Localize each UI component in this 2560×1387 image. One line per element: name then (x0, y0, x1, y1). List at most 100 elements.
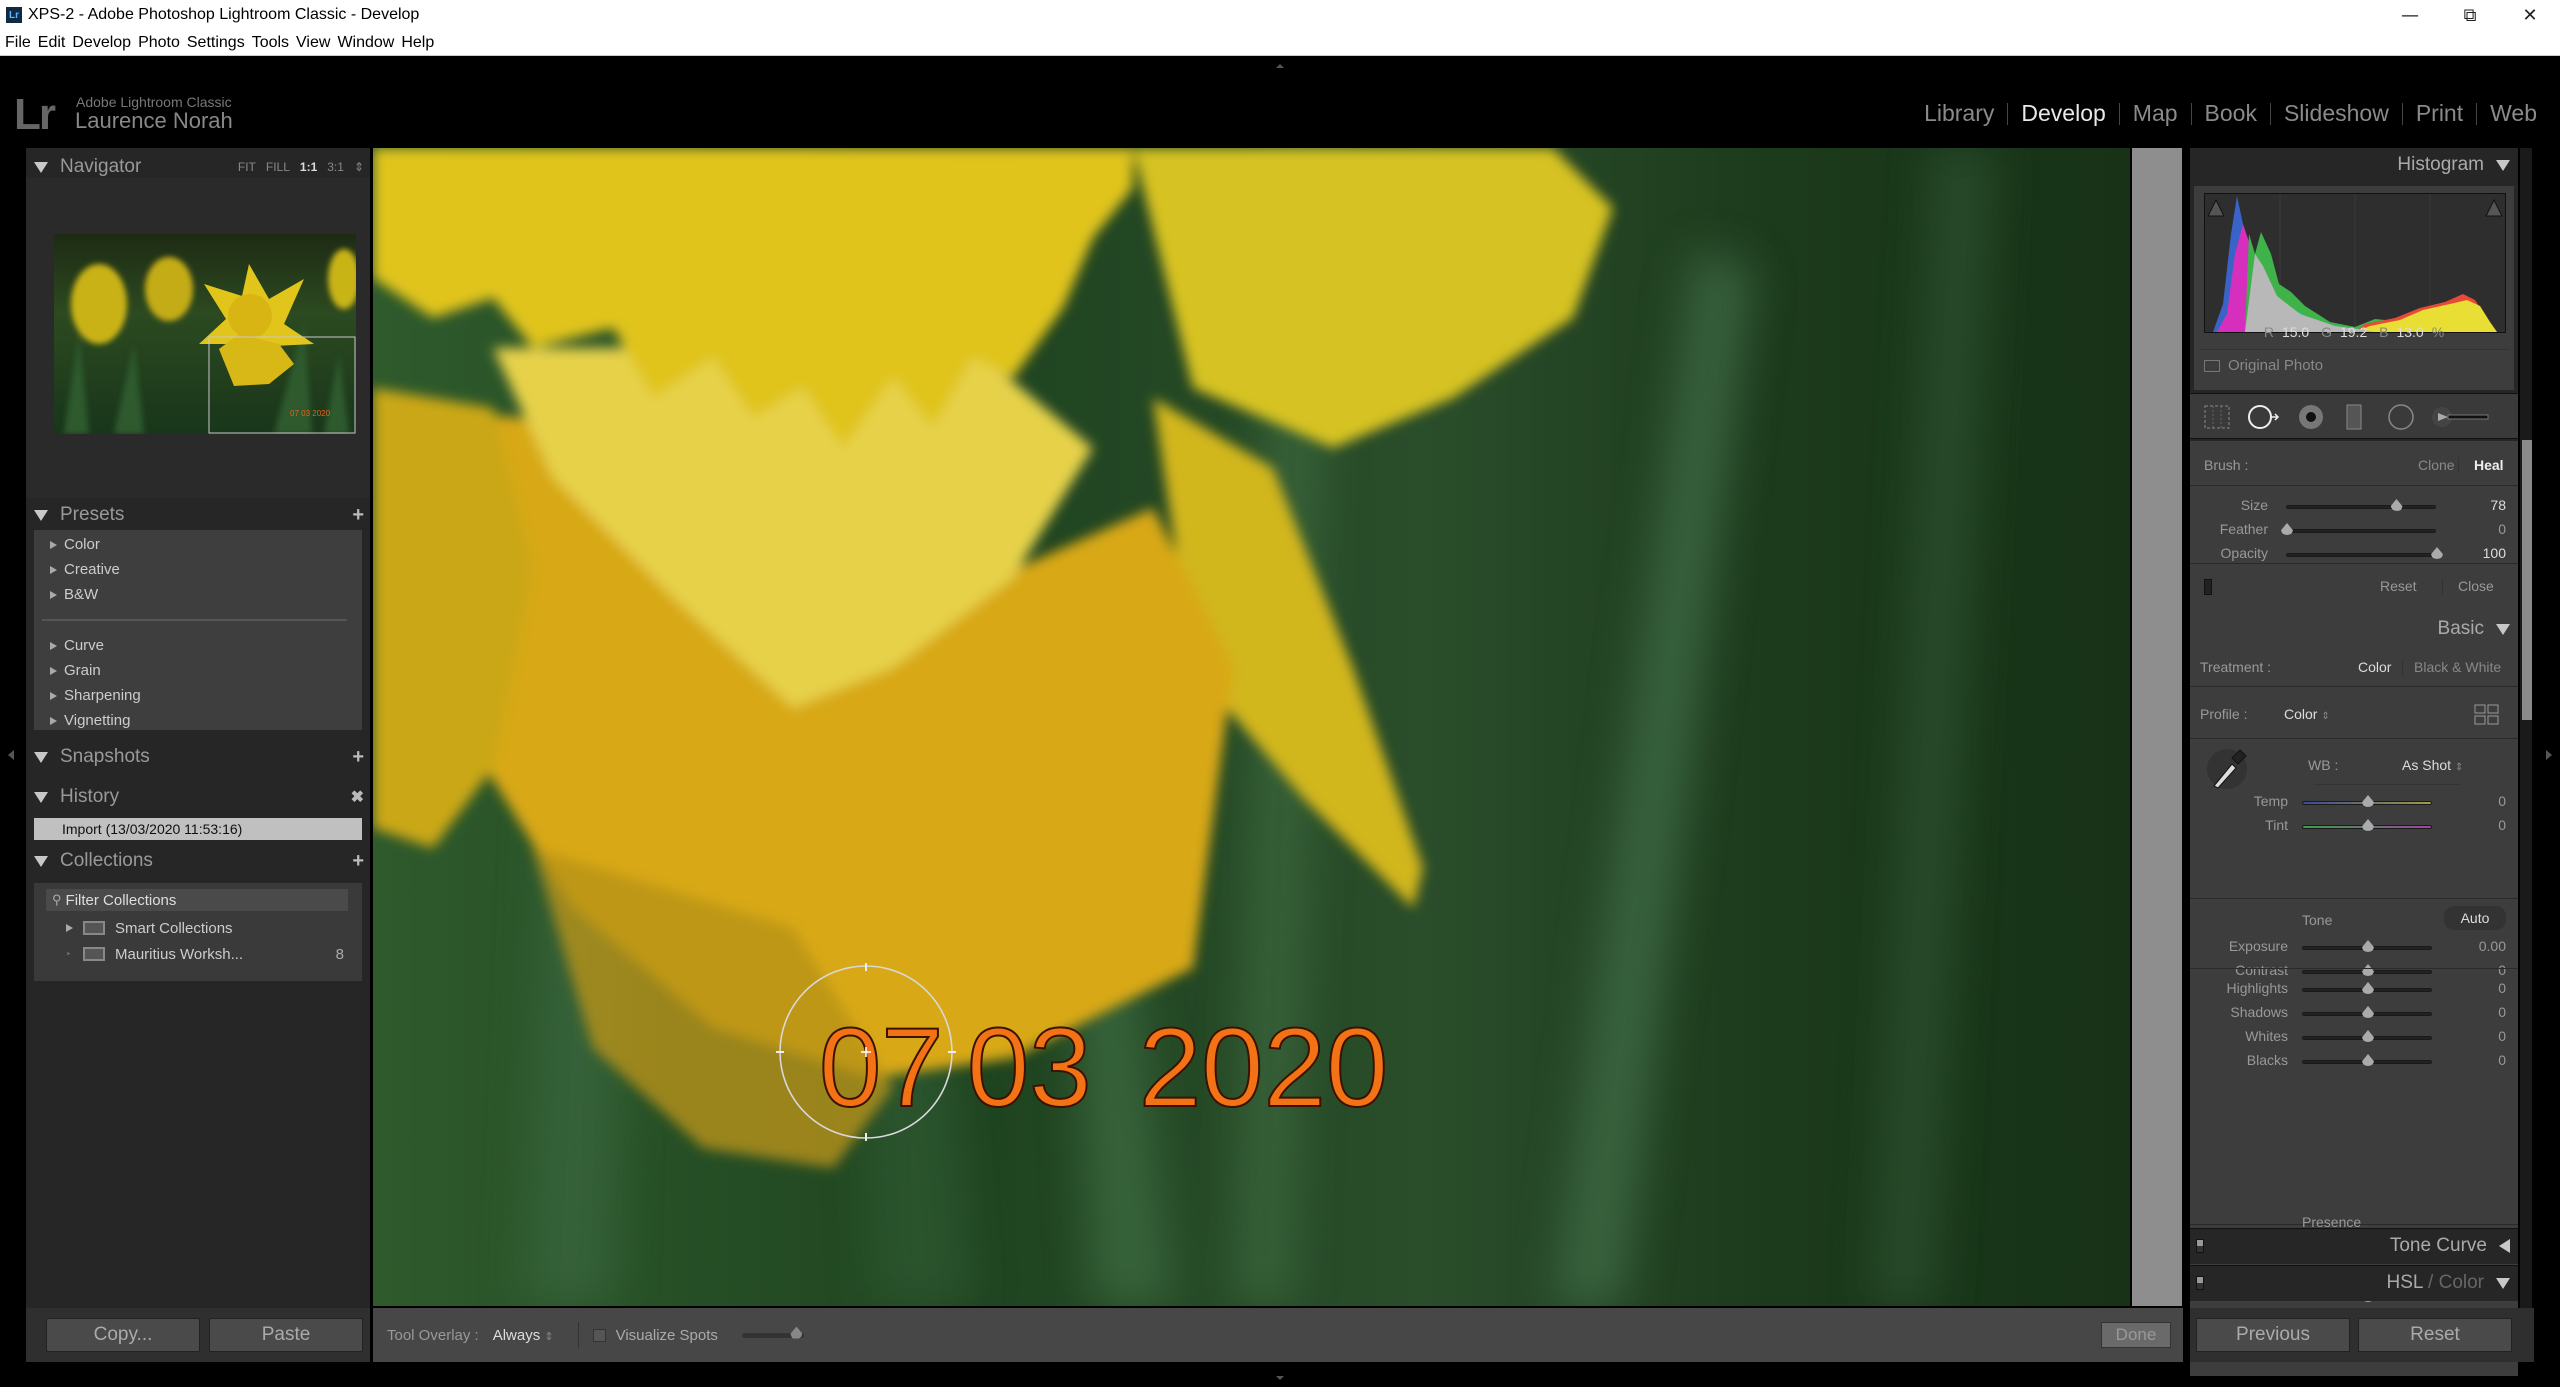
exposure-value[interactable]: 0.00 (2479, 938, 2506, 954)
preset-folder-creative[interactable]: Creative (50, 561, 120, 578)
auto-tone-button[interactable]: Auto (2444, 906, 2506, 930)
zoom-stepper-icon[interactable]: ⇕ (354, 160, 364, 174)
whites-slider[interactable] (2302, 1030, 2432, 1042)
tint-slider[interactable] (2302, 819, 2432, 831)
feather-value[interactable]: 0 (2498, 521, 2506, 537)
module-map[interactable]: Map (2120, 100, 2191, 127)
feather-slider[interactable] (2281, 523, 2436, 535)
module-print[interactable]: Print (2403, 100, 2476, 127)
whites-value[interactable]: 0 (2498, 1028, 2506, 1044)
tool-overlay-select[interactable]: Always ⇕ (493, 1327, 554, 1344)
shadows-slider[interactable] (2302, 1006, 2432, 1018)
adjustment-brush-icon[interactable] (2430, 403, 2496, 431)
panel-toggle-switch[interactable] (2196, 1239, 2204, 1253)
tone-curve-header[interactable]: Tone Curve (2190, 1228, 2518, 1264)
heal-mode-button[interactable]: Heal (2474, 457, 2504, 473)
zoom-3-1[interactable]: 3:1 (327, 160, 344, 174)
left-panel-toggle-icon[interactable] (8, 750, 14, 760)
menu-tools[interactable]: Tools (252, 34, 289, 52)
add-snapshot-button[interactable]: + (352, 746, 364, 769)
filter-collections-input[interactable]: ⚲ Filter Collections (46, 889, 348, 911)
menu-settings[interactable]: Settings (187, 34, 245, 52)
size-slider[interactable] (2286, 499, 2436, 511)
treatment-bw-button[interactable]: Black & White (2414, 659, 2501, 675)
menu-view[interactable]: View (296, 34, 330, 52)
spot-reset-button[interactable]: Reset (2380, 578, 2417, 594)
visualize-spots-slider[interactable] (741, 1326, 804, 1339)
treatment-color-button[interactable]: Color (2358, 659, 2391, 675)
add-collection-button[interactable]: + (352, 850, 364, 873)
clear-history-button[interactable]: ✖ (351, 787, 364, 807)
red-eye-icon[interactable] (2296, 403, 2326, 431)
presets-header[interactable]: Presets + (26, 500, 370, 530)
slider-thumb[interactable] (2362, 1006, 2374, 1018)
menu-help[interactable]: Help (401, 34, 434, 52)
wb-eyedropper-icon[interactable] (2204, 746, 2250, 792)
radial-filter-icon[interactable] (2386, 403, 2416, 431)
blacks-slider[interactable] (2302, 1054, 2432, 1066)
paste-settings-button[interactable]: Paste (209, 1318, 363, 1352)
contrast-value[interactable]: 0 (2498, 962, 2506, 978)
color-tab[interactable]: Color (2439, 1272, 2484, 1293)
slider-thumb[interactable] (2362, 1054, 2374, 1066)
copy-settings-button[interactable]: Copy... (46, 1318, 200, 1352)
right-panel-scrollbar[interactable] (2520, 148, 2532, 1308)
previous-button[interactable]: Previous (2196, 1318, 2350, 1352)
menu-photo[interactable]: Photo (138, 34, 180, 52)
slider-thumb[interactable] (2362, 964, 2374, 976)
menu-file[interactable]: File (5, 34, 31, 52)
slider-thumb[interactable] (2362, 940, 2374, 952)
contrast-slider[interactable] (2302, 964, 2432, 976)
preset-folder-sharpening[interactable]: Sharpening (50, 687, 141, 704)
temp-value[interactable]: 0 (2498, 793, 2506, 809)
preset-folder-curve[interactable]: Curve (50, 637, 104, 654)
opacity-value[interactable]: 100 (2483, 545, 2506, 561)
visualize-spots-checkbox[interactable] (592, 1328, 606, 1342)
slider-thumb[interactable] (790, 1326, 803, 1339)
history-item[interactable]: Import (13/03/2020 11:53:16) (34, 818, 362, 840)
module-slideshow[interactable]: Slideshow (2271, 100, 2402, 127)
zoom-fill[interactable]: FILL (266, 160, 290, 174)
highlights-value[interactable]: 0 (2498, 980, 2506, 996)
top-panel-toggle-icon[interactable] (1276, 64, 1284, 68)
zoom-fit[interactable]: FIT (238, 160, 256, 174)
tint-value[interactable]: 0 (2498, 817, 2506, 833)
profile-select[interactable]: Color ⇕ (2284, 706, 2330, 722)
slider-thumb[interactable] (2390, 499, 2403, 511)
slider-thumb[interactable] (2431, 547, 2443, 559)
slider-thumb[interactable] (2362, 819, 2374, 831)
menu-edit[interactable]: Edit (38, 34, 66, 52)
panel-toggle-switch[interactable] (2204, 579, 2212, 595)
exposure-slider[interactable] (2302, 940, 2432, 952)
done-button[interactable]: Done (2101, 1322, 2171, 1348)
navigator-thumbnail[interactable]: 07 03 2020 (54, 234, 356, 434)
preset-folder-grain[interactable]: Grain (50, 662, 101, 679)
photo-canvas[interactable]: 07 03 2020 (373, 148, 2130, 1306)
slider-thumb[interactable] (2362, 795, 2374, 807)
collection-set-smart[interactable]: Smart Collections (34, 915, 362, 941)
preset-folder-bw[interactable]: B&W (50, 586, 98, 603)
collection-mauritius[interactable]: ‣ Mauritius Worksh... 8 (34, 941, 362, 967)
restore-icon[interactable]: ⧉ (2440, 0, 2500, 30)
snapshots-header[interactable]: Snapshots + (26, 742, 370, 772)
preset-folder-color[interactable]: Color (50, 536, 100, 553)
histogram-chart[interactable] (2204, 193, 2506, 333)
original-photo-checkbox[interactable] (2204, 359, 2220, 372)
history-header[interactable]: History ✖ (26, 782, 370, 812)
profile-browser-icon[interactable] (2474, 704, 2500, 726)
opacity-slider[interactable] (2286, 547, 2443, 559)
preset-folder-vignetting[interactable]: Vignetting (50, 712, 130, 729)
module-web[interactable]: Web (2477, 100, 2550, 127)
blacks-value[interactable]: 0 (2498, 1052, 2506, 1068)
right-panel-toggle-icon[interactable] (2546, 750, 2552, 760)
add-preset-button[interactable]: + (352, 504, 364, 527)
module-library[interactable]: Library (1911, 100, 2007, 127)
slider-thumb[interactable] (2362, 1030, 2374, 1042)
basic-header[interactable]: Basic (2438, 618, 2510, 640)
panel-toggle-switch[interactable] (2196, 1276, 2204, 1290)
menu-develop[interactable]: Develop (72, 34, 131, 52)
histogram-header[interactable]: Histogram (2397, 154, 2510, 176)
crop-icon[interactable] (2202, 403, 2232, 431)
spot-close-button[interactable]: Close (2458, 578, 2494, 594)
reset-button[interactable]: Reset (2358, 1318, 2512, 1352)
